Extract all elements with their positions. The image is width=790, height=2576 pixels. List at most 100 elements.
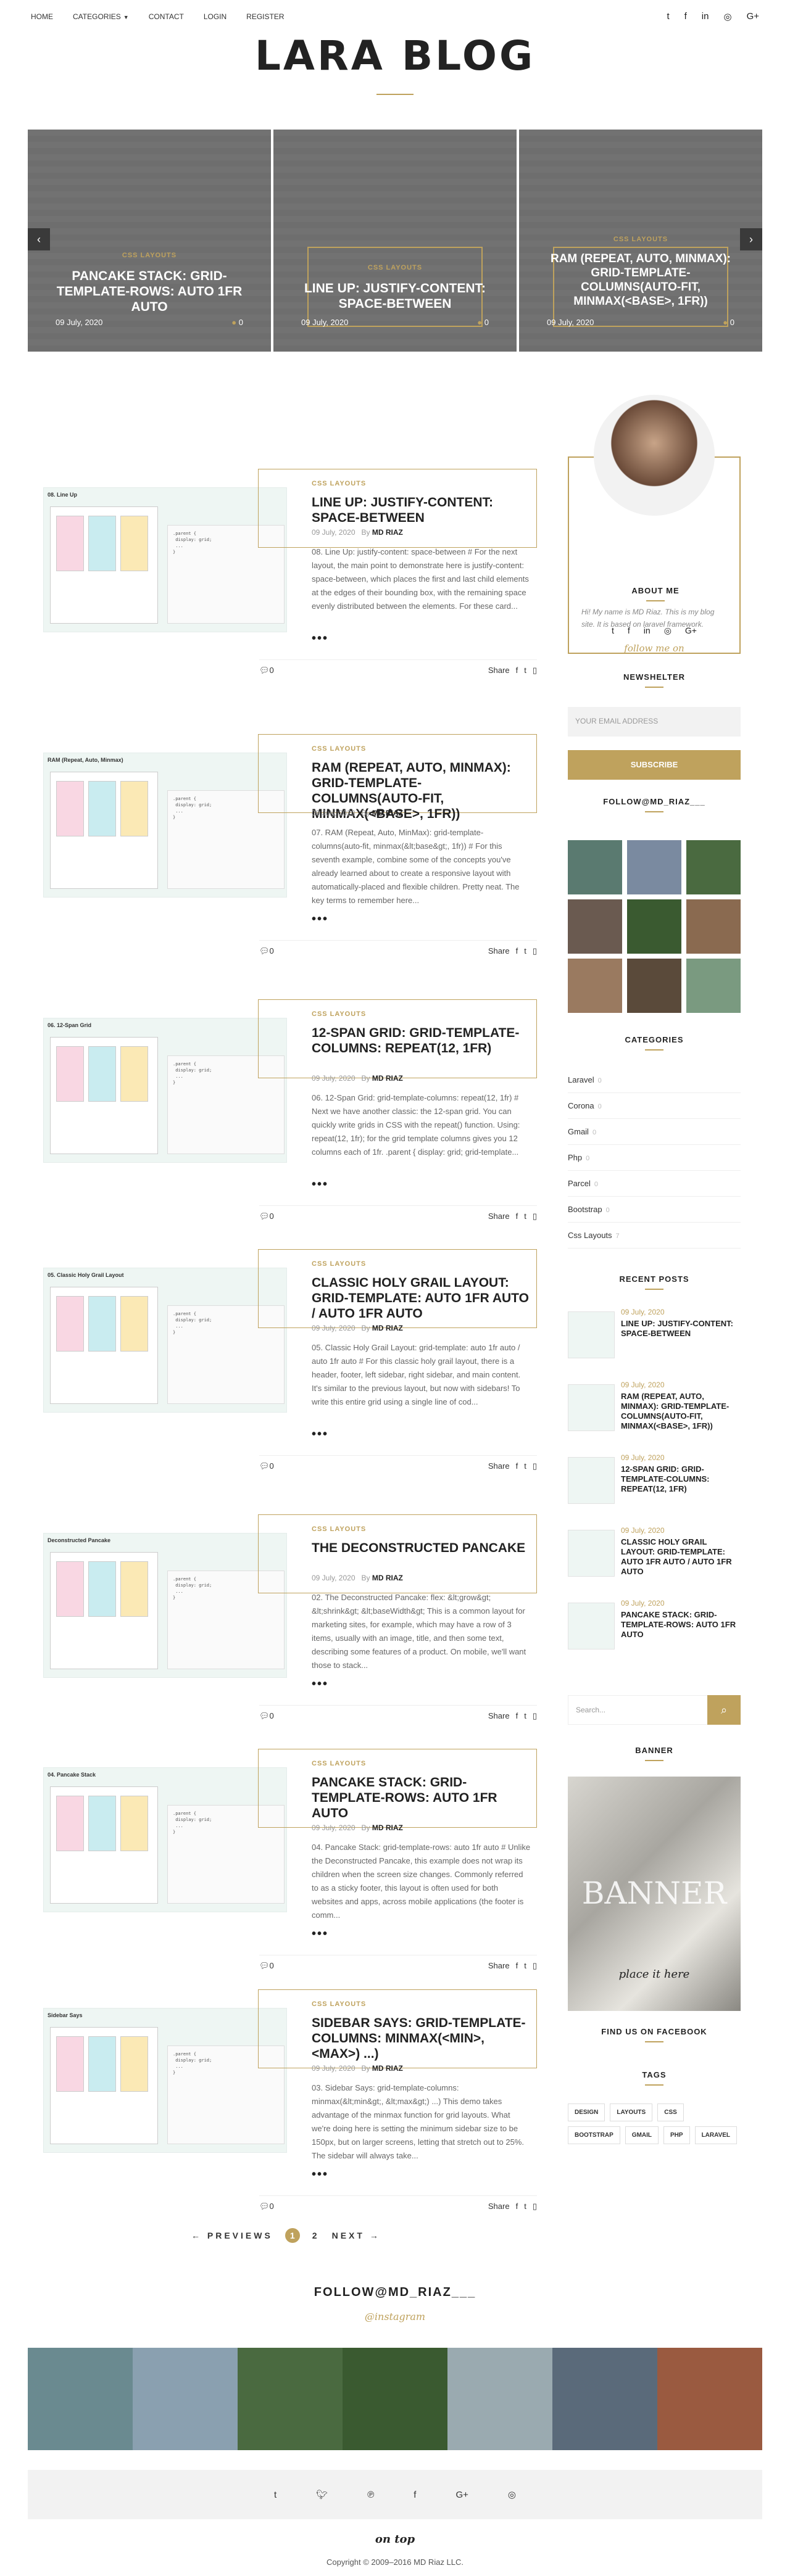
- facebook-icon[interactable]: f: [516, 1711, 518, 1721]
- slide-title[interactable]: RAM (REPEAT, AUTO, MINMAX): GRID-TEMPLAT…: [544, 252, 738, 308]
- slide-title[interactable]: PANCAKE STACK: GRID-TEMPLATE-ROWS: AUTO …: [52, 268, 246, 315]
- google-plus-icon[interactable]: G+: [455, 2490, 468, 2500]
- post-category[interactable]: CSS LAYOUTS: [312, 745, 366, 753]
- bookmark-icon[interactable]: ▯: [533, 1461, 537, 1471]
- read-more-dots[interactable]: •••: [312, 632, 328, 646]
- slide[interactable]: CSS LAYOUTS LINE UP: JUSTIFY-CONTENT: SP…: [273, 130, 517, 352]
- recent-post-title[interactable]: RAM (REPEAT, AUTO, MINMAX): GRID-TEMPLAT…: [621, 1392, 741, 1431]
- follow-photo[interactable]: [627, 899, 681, 954]
- post-comments[interactable]: 💬︎0: [259, 666, 274, 675]
- bookmark-icon[interactable]: ▯: [533, 1212, 537, 1221]
- instagram-photo[interactable]: [552, 2348, 657, 2450]
- category-item[interactable]: Php 0: [568, 1145, 741, 1171]
- twitter-icon[interactable]: t: [667, 11, 669, 22]
- nav-categories[interactable]: CATEGORIES ▼: [73, 12, 129, 21]
- tag[interactable]: LAYOUTS: [610, 2103, 653, 2121]
- slider-next-button[interactable]: ›: [740, 228, 762, 250]
- category-item[interactable]: Laravel 0: [568, 1067, 741, 1093]
- tag[interactable]: PHP: [663, 2126, 690, 2144]
- post-author[interactable]: MD RIAZ: [372, 528, 403, 537]
- instagram-photo[interactable]: [28, 2348, 133, 2450]
- instagram-photo[interactable]: [657, 2348, 762, 2450]
- nav-register[interactable]: REGISTER: [246, 12, 284, 21]
- recent-post-item[interactable]: 09 July, 2020 12-SPAN GRID: GRID-TEMPLATE…: [568, 1453, 741, 1515]
- facebook-icon[interactable]: f: [684, 11, 687, 22]
- twitter-icon[interactable]: t: [524, 1212, 526, 1221]
- follow-photo[interactable]: [627, 959, 681, 1013]
- tag[interactable]: BOOTSTRAP: [568, 2126, 620, 2144]
- instagram-photo[interactable]: [343, 2348, 447, 2450]
- read-more-dots[interactable]: •••: [312, 912, 328, 927]
- post-title[interactable]: 12-SPAN GRID: GRID-TEMPLATE-COLUMNS: REP…: [312, 1025, 531, 1056]
- page-1[interactable]: 1: [285, 2228, 300, 2243]
- read-more-dots[interactable]: •••: [312, 1178, 328, 1192]
- recent-post-title[interactable]: LINE UP: JUSTIFY-CONTENT: SPACE-BETWEEN: [621, 1319, 741, 1339]
- pinterest-icon[interactable]: ℗: [367, 2490, 374, 2500]
- post-comments[interactable]: 💬︎0: [259, 1212, 274, 1221]
- instagram-photo[interactable]: [238, 2348, 343, 2450]
- twitter-icon[interactable]: t: [524, 1711, 526, 1721]
- twitter-icon[interactable]: t: [524, 1961, 526, 1971]
- post-author[interactable]: MD RIAZ: [372, 2064, 403, 2073]
- tag[interactable]: DESIGN: [568, 2103, 605, 2121]
- instagram-icon[interactable]: ◎: [508, 2489, 516, 2500]
- follow-photo[interactable]: [568, 959, 622, 1013]
- slide-category[interactable]: CSS LAYOUTS: [273, 264, 517, 271]
- post-category[interactable]: CSS LAYOUTS: [312, 480, 366, 487]
- banner-image[interactable]: BANNER place it here: [568, 1777, 741, 2011]
- post-title[interactable]: SIDEBAR SAYS: GRID-TEMPLATE-COLUMNS: MIN…: [312, 2015, 531, 2062]
- follow-photo[interactable]: [568, 899, 622, 954]
- slide-title[interactable]: LINE UP: JUSTIFY-CONTENT: SPACE-BETWEEN: [298, 281, 492, 312]
- twitter-icon[interactable]: 🐦︎: [316, 2489, 328, 2500]
- slider-prev-button[interactable]: ‹: [28, 228, 50, 250]
- post-thumbnail[interactable]: Sidebar Says .parent { display: grid; ..…: [43, 2008, 287, 2153]
- recent-post-item[interactable]: 09 July, 2020 PANCAKE STACK: GRID-TEMPLAT…: [568, 1599, 741, 1661]
- facebook-icon[interactable]: f: [516, 946, 518, 956]
- bookmark-icon[interactable]: ▯: [533, 946, 537, 956]
- instagram-photo[interactable]: [447, 2348, 552, 2450]
- newsletter-email-input[interactable]: YOUR EMAIL ADDRESS: [568, 707, 741, 737]
- post-title[interactable]: PANCAKE STACK: GRID-TEMPLATE-ROWS: AUTO …: [312, 1775, 531, 1821]
- post-category[interactable]: CSS LAYOUTS: [312, 1760, 366, 1767]
- facebook-icon[interactable]: f: [516, 1461, 518, 1471]
- post-thumbnail[interactable]: Deconstructed Pancake .parent { display:…: [43, 1533, 287, 1678]
- read-more-dots[interactable]: •••: [312, 1927, 328, 1941]
- linkedin-icon[interactable]: in: [644, 625, 651, 636]
- twitter-icon[interactable]: t: [524, 1461, 526, 1471]
- post-author[interactable]: MD RIAZ: [372, 809, 403, 817]
- post-thumbnail[interactable]: 04. Pancake Stack .parent { display: gri…: [43, 1767, 287, 1912]
- post-title[interactable]: THE DECONSTRUCTED PANCAKE: [312, 1540, 531, 1556]
- twitter-icon[interactable]: t: [524, 666, 526, 675]
- post-author[interactable]: MD RIAZ: [372, 1074, 403, 1083]
- nav-contact[interactable]: CONTACT: [149, 12, 184, 21]
- post-comments[interactable]: 💬︎0: [259, 1461, 274, 1471]
- google-plus-icon[interactable]: G+: [747, 11, 759, 22]
- post-category[interactable]: CSS LAYOUTS: [312, 1525, 366, 1533]
- recent-post-title[interactable]: 12-SPAN GRID: GRID-TEMPLATE-COLUMNS: REP…: [621, 1464, 741, 1494]
- twitter-icon[interactable]: t: [524, 2202, 526, 2211]
- google-plus-icon[interactable]: G+: [685, 625, 697, 636]
- recent-post-title[interactable]: PANCAKE STACK: GRID-TEMPLATE-ROWS: AUTO …: [621, 1610, 741, 1640]
- post-title[interactable]: CLASSIC HOLY GRAIL LAYOUT: GRID-TEMPLATE…: [312, 1275, 531, 1321]
- facebook-icon[interactable]: f: [516, 2202, 518, 2211]
- bookmark-icon[interactable]: ▯: [533, 1961, 537, 1971]
- post-title[interactable]: LINE UP: JUSTIFY-CONTENT: SPACE-BETWEEN: [312, 495, 531, 526]
- post-comments[interactable]: 💬︎0: [259, 2202, 274, 2211]
- bookmark-icon[interactable]: ▯: [533, 1711, 537, 1721]
- category-item[interactable]: Parcel 0: [568, 1171, 741, 1197]
- post-comments[interactable]: 💬︎0: [259, 946, 274, 956]
- twitter-icon[interactable]: t: [524, 946, 526, 956]
- slide-category[interactable]: CSS LAYOUTS: [519, 236, 762, 243]
- recent-post-item[interactable]: 09 July, 2020 CLASSIC HOLY GRAIL LAYOUT: …: [568, 1526, 741, 1588]
- post-author[interactable]: MD RIAZ: [372, 1574, 403, 1582]
- slide-category[interactable]: CSS LAYOUTS: [28, 252, 271, 259]
- recent-post-item[interactable]: 09 July, 2020 RAM (REPEAT, AUTO, MINMAX):…: [568, 1381, 741, 1442]
- instagram-subtitle[interactable]: @instagram: [0, 2311, 790, 2322]
- read-more-dots[interactable]: •••: [312, 2168, 328, 2182]
- follow-photo[interactable]: [686, 899, 741, 954]
- next-page-link[interactable]: NEXT →: [332, 2231, 381, 2240]
- page-2[interactable]: 2: [312, 2231, 320, 2240]
- post-thumbnail[interactable]: 05. Classic Holy Grail Layout .parent { …: [43, 1268, 287, 1413]
- follow-photo[interactable]: [686, 840, 741, 894]
- subscribe-button[interactable]: SUBSCRIBE: [568, 750, 741, 780]
